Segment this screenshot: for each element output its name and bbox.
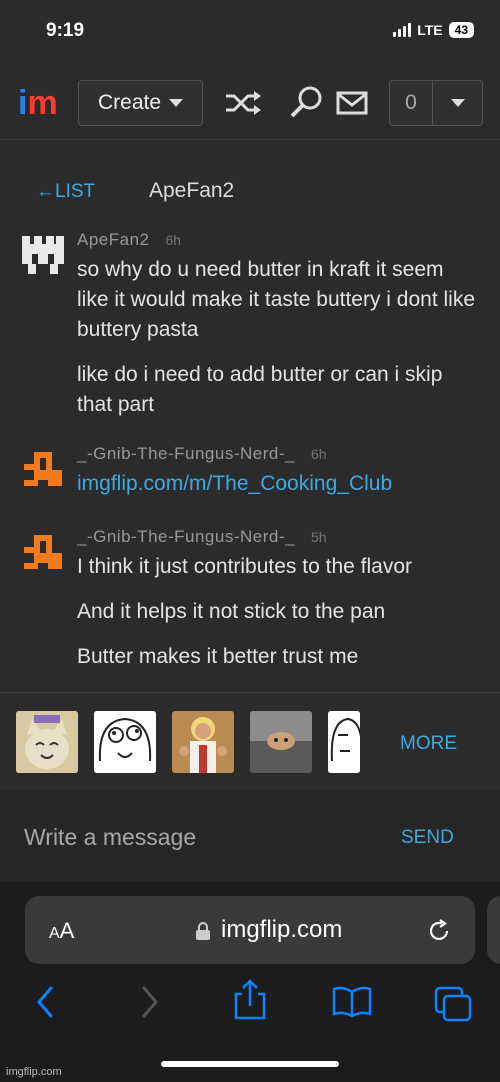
back-icon[interactable] xyxy=(33,982,57,1022)
message-time: 5h xyxy=(310,529,327,545)
battery-level: 43 xyxy=(454,23,468,37)
lock-icon xyxy=(196,922,210,940)
message-author[interactable]: _-Gnib-The-Fungus-Nerd-_ xyxy=(77,444,295,464)
network-type: LTE xyxy=(417,22,443,38)
status-indicators: LTE 43 xyxy=(393,22,474,38)
meme-picker: MORE xyxy=(0,692,500,790)
browser-toolbar: AA imgflip.com imgflip.com xyxy=(0,882,500,1082)
avatar[interactable] xyxy=(22,533,64,571)
meme-thumbnail-buddy-christ[interactable] xyxy=(172,711,234,773)
home-indicator xyxy=(161,1061,339,1067)
message-item: _-Gnib-The-Fungus-Nerd-_ 6h imgflip.com/… xyxy=(0,444,500,499)
message-text: And it helps it not stick to the pan xyxy=(77,600,386,623)
meme-thumbnail-smiling-cat[interactable] xyxy=(16,711,78,773)
text-size-button[interactable]: AA xyxy=(49,918,74,944)
tabs-icon[interactable] xyxy=(434,986,472,1022)
shuffle-icon[interactable] xyxy=(224,88,261,118)
status-time: 9:19 xyxy=(46,20,85,41)
chat-header: ←LIST ApeFan2 xyxy=(0,175,500,215)
meme-thumbnail-ceiling-cat[interactable] xyxy=(250,711,312,773)
cellular-signal-icon xyxy=(393,23,412,37)
more-memes-button[interactable]: MORE xyxy=(400,733,457,755)
mail-icon[interactable] xyxy=(336,91,372,121)
imgflip-logo[interactable]: im xyxy=(18,86,58,120)
message-link[interactable]: imgflip.com/m/The_Cooking_Club xyxy=(77,469,480,499)
reload-icon[interactable] xyxy=(426,918,452,944)
message-text: I think it just contributes to the flavo… xyxy=(77,555,412,578)
chevron-down-icon xyxy=(450,99,465,107)
site-header: im Create 0 xyxy=(0,70,500,140)
message-list[interactable]: ApeFan2 6h so why do u need butter in kr… xyxy=(0,230,500,692)
chat-peer-name: ApeFan2 xyxy=(149,179,235,202)
back-to-list-link[interactable]: ←LIST xyxy=(36,181,95,203)
next-tab-peek[interactable] xyxy=(487,896,500,964)
send-button[interactable]: SEND xyxy=(401,827,454,849)
status-bar: 9:19 LTE 43 xyxy=(0,0,500,60)
url-domain: imgflip.com xyxy=(221,916,343,943)
watermark: imgflip.com xyxy=(6,1066,62,1078)
create-button[interactable]: Create xyxy=(78,80,203,126)
notifications-dropdown-button[interactable] xyxy=(433,80,483,126)
create-label: Create xyxy=(97,91,162,114)
battery-icon: 43 xyxy=(448,22,474,38)
share-icon[interactable] xyxy=(232,978,268,1022)
message-text: Butter makes it better trust me xyxy=(77,645,359,668)
message-item: _-Gnib-The-Fungus-Nerd-_ 5h I think it j… xyxy=(0,527,500,672)
message-text: so why do u need butter in kraft it seem… xyxy=(77,258,476,341)
address-bar[interactable]: AA imgflip.com xyxy=(25,896,475,964)
meme-thumbnail-okay-face[interactable] xyxy=(328,711,360,773)
message-input[interactable]: Write a message xyxy=(24,824,196,851)
message-time: 6h xyxy=(165,232,182,248)
notification-count-button[interactable]: 0 xyxy=(389,80,433,126)
avatar[interactable] xyxy=(22,450,64,488)
forward-icon[interactable] xyxy=(138,982,162,1022)
message-text: like do i need to add butter or can i sk… xyxy=(77,363,443,416)
message-composer: Write a message SEND xyxy=(0,790,500,882)
meme-thumbnail-derp-face[interactable] xyxy=(94,711,156,773)
chevron-down-icon xyxy=(169,99,184,107)
search-icon[interactable] xyxy=(289,85,325,118)
avatar[interactable] xyxy=(22,236,64,274)
message-time: 6h xyxy=(310,446,327,462)
bookmarks-icon[interactable] xyxy=(331,986,373,1018)
message-item: ApeFan2 6h so why do u need butter in kr… xyxy=(0,230,500,420)
message-author[interactable]: _-Gnib-The-Fungus-Nerd-_ xyxy=(77,527,295,547)
message-author[interactable]: ApeFan2 xyxy=(77,230,150,250)
